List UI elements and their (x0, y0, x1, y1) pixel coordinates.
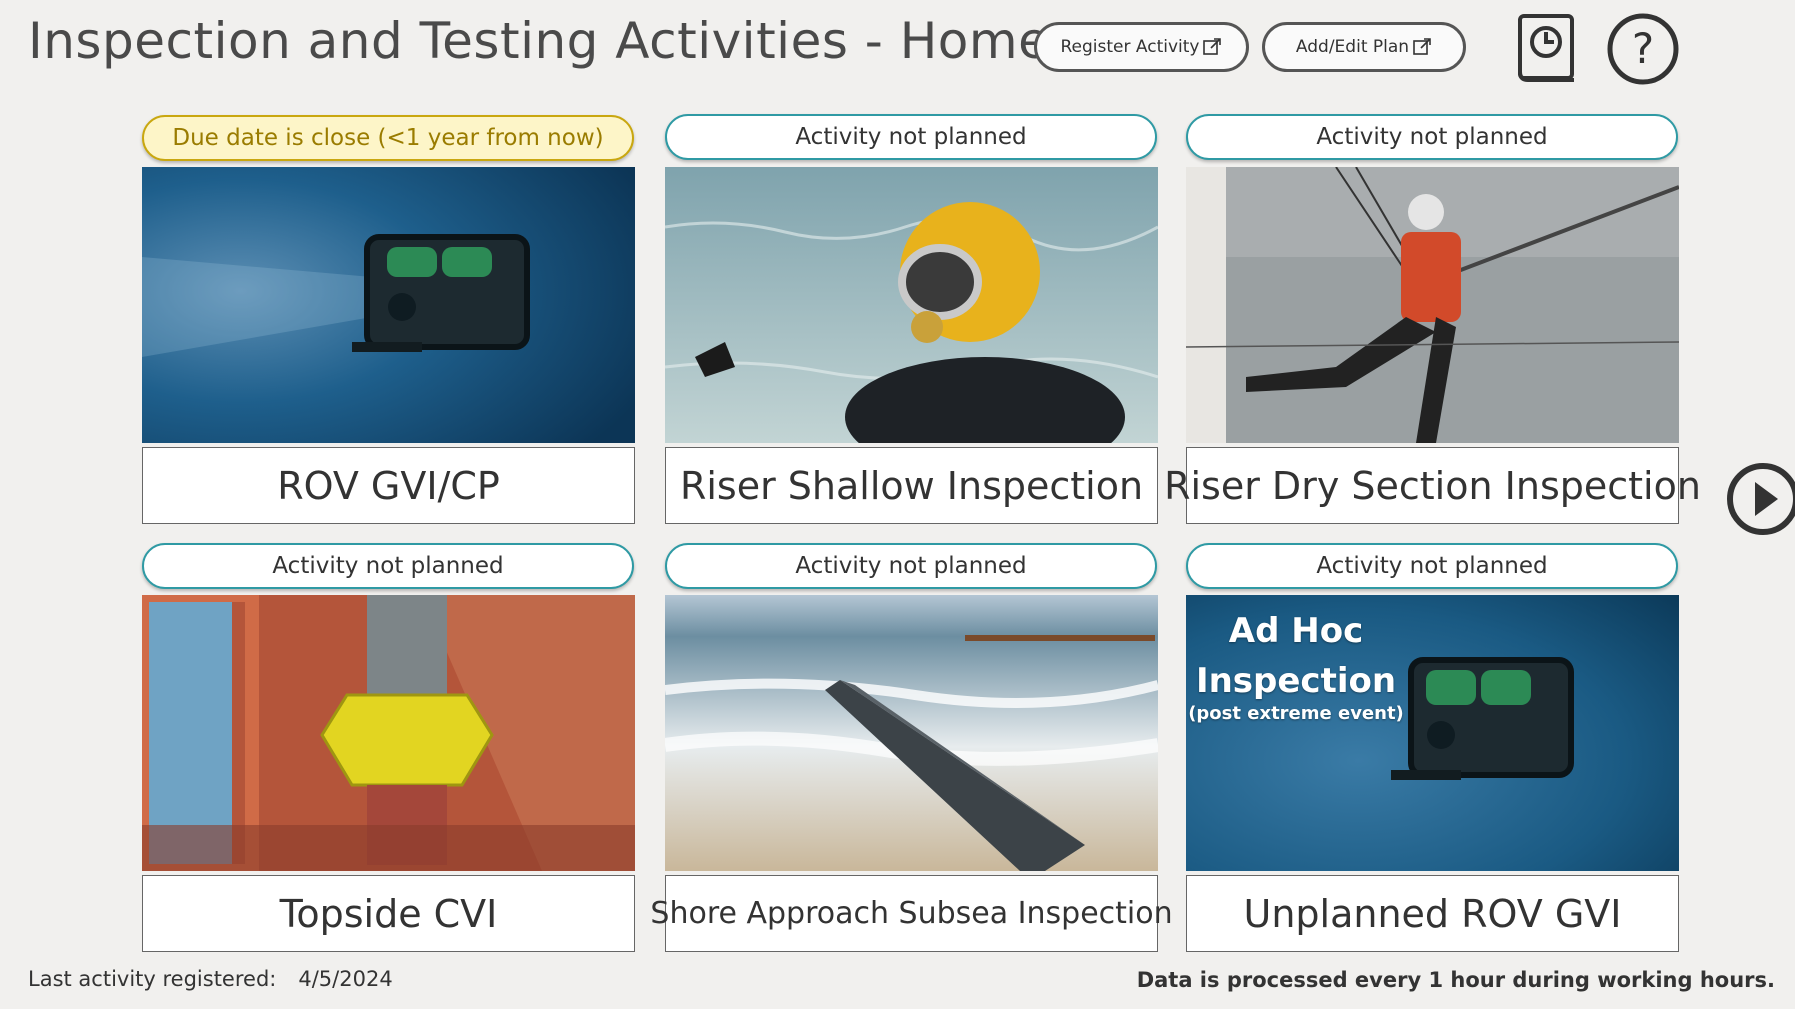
card-status-topside-cvi: Activity not planned (142, 543, 634, 589)
next-page-icon[interactable] (1726, 462, 1795, 536)
card-image-riser-shallow[interactable] (665, 167, 1158, 443)
card-label-riser-shallow[interactable]: Riser Shallow Inspection (665, 447, 1158, 524)
rov-underwater-image (142, 167, 635, 443)
card-status-rov-gvi-cp: Due date is close (<1 year from now) (142, 115, 634, 161)
card-label-topside-cvi[interactable]: Topside CVI (142, 875, 635, 952)
card-status-unplanned-rov: Activity not planned (1186, 543, 1678, 589)
history-book-icon[interactable] (1516, 12, 1578, 86)
last-activity-footer: Last activity registered: 4/5/2024 (28, 967, 393, 991)
card-image-shore-approach[interactable] (665, 595, 1158, 871)
register-activity-button[interactable]: Register Activity (1034, 22, 1249, 72)
adhoc-overlay-line2: Inspection (1195, 661, 1397, 701)
shore-pipeline-image (665, 595, 1158, 871)
add-edit-plan-label: Add/Edit Plan (1295, 37, 1410, 57)
card-image-rov-gvi-cp[interactable] (142, 167, 635, 443)
card-status-shore-approach: Activity not planned (665, 543, 1157, 589)
add-edit-plan-button[interactable]: Add/Edit Plan (1262, 22, 1466, 72)
external-link-icon (1203, 38, 1222, 55)
card-label-rov-gvi-cp[interactable]: ROV GVI/CP (142, 447, 635, 524)
card-image-riser-dry[interactable] (1186, 167, 1679, 443)
last-activity-date: 4/5/2024 (298, 967, 393, 991)
diver-in-water-image (665, 167, 1158, 443)
rope-access-technician-image (1186, 167, 1679, 443)
topside-clamp-image (142, 595, 635, 871)
help-question-icon[interactable]: ? (1606, 12, 1680, 86)
card-image-unplanned-rov[interactable]: Ad Hoc Inspection (post extreme event) (1186, 595, 1679, 871)
card-label-shore-approach[interactable]: Shore Approach Subsea Inspection (650, 875, 1173, 952)
svg-text:?: ? (1632, 24, 1654, 73)
adhoc-overlay-line1: Ad Hoc (1228, 611, 1364, 651)
card-label-riser-dry[interactable]: Riser Dry Section Inspection (1164, 447, 1701, 524)
card-image-topside-cvi[interactable] (142, 595, 635, 871)
external-link-icon (1413, 38, 1431, 55)
processing-note: Data is processed every 1 hour during wo… (1136, 968, 1775, 992)
last-activity-label: Last activity registered: (28, 967, 277, 991)
card-label-unplanned-rov[interactable]: Unplanned ROV GVI (1186, 875, 1679, 952)
register-activity-label: Register Activity (1060, 37, 1200, 57)
card-status-riser-dry: Activity not planned (1186, 114, 1678, 160)
page-title: Inspection and Testing Activities - Home (28, 12, 1050, 70)
card-status-riser-shallow: Activity not planned (665, 114, 1157, 160)
adhoc-overlay-line3: (post extreme event) (1188, 703, 1404, 724)
